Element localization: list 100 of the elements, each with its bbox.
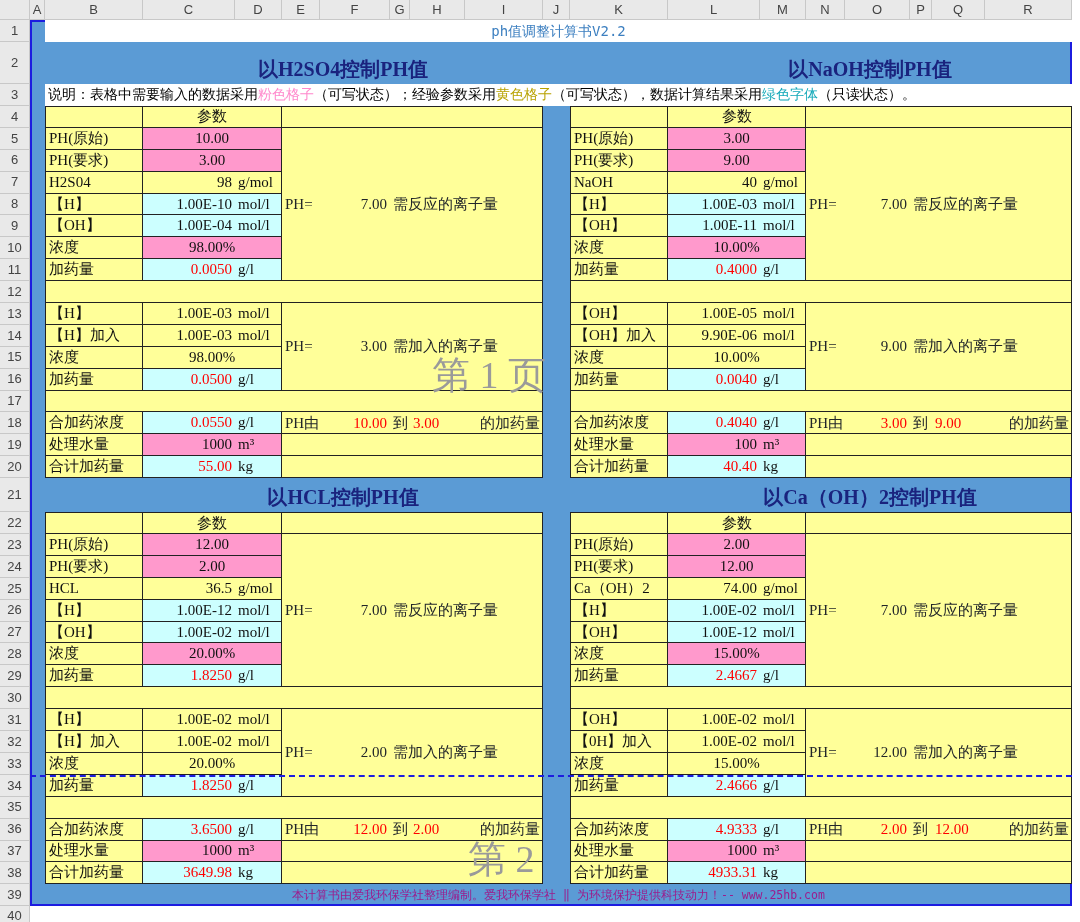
row-header[interactable]: 2 bbox=[0, 42, 30, 84]
column-header[interactable]: R bbox=[985, 0, 1072, 20]
row-header[interactable]: 39 bbox=[0, 884, 30, 907]
ph-value: 7.00 bbox=[879, 601, 908, 621]
row-header[interactable]: 12 bbox=[0, 281, 30, 303]
column-header[interactable]: I bbox=[465, 0, 543, 20]
row-header[interactable]: 22 bbox=[0, 512, 30, 535]
row-header[interactable]: 7 bbox=[0, 171, 30, 194]
row-header[interactable]: 17 bbox=[0, 390, 30, 413]
row-header[interactable]: 29 bbox=[0, 665, 30, 688]
row-header[interactable]: 10 bbox=[0, 237, 30, 260]
row-label: 【H】 bbox=[45, 599, 143, 622]
unit-cell: g/mol bbox=[760, 171, 806, 194]
column-header[interactable]: H bbox=[410, 0, 465, 20]
column-header[interactable]: F bbox=[320, 0, 390, 20]
row-header[interactable]: 37 bbox=[0, 840, 30, 863]
formula-label: PH= bbox=[808, 743, 838, 763]
column-header[interactable]: E bbox=[282, 0, 320, 20]
row-label: 浓度 bbox=[570, 346, 668, 369]
value-cell: 1.00E-03 bbox=[143, 303, 235, 325]
row-header[interactable]: 35 bbox=[0, 796, 30, 819]
row-header[interactable]: 20 bbox=[0, 456, 30, 479]
column-header[interactable]: N bbox=[806, 0, 845, 20]
row-header[interactable]: 21 bbox=[0, 478, 30, 513]
unit-cell: mol/l bbox=[235, 709, 282, 732]
row-label: 合加药浓度 bbox=[45, 412, 143, 435]
row-header[interactable]: 15 bbox=[0, 346, 30, 369]
column-heading: 参数 bbox=[143, 512, 282, 535]
row-header[interactable]: 31 bbox=[0, 709, 30, 732]
row-header[interactable]: 11 bbox=[0, 259, 30, 282]
formula-label: PH= bbox=[284, 601, 314, 621]
row-header[interactable]: 25 bbox=[0, 577, 30, 600]
unit-cell: g/mol bbox=[235, 171, 282, 194]
ph-value: 7.00 bbox=[879, 195, 908, 214]
unit-cell: g/l bbox=[235, 412, 282, 435]
row-header[interactable]: 6 bbox=[0, 149, 30, 172]
range-label: PH由 bbox=[808, 413, 845, 433]
ph-value: 3.00 bbox=[879, 413, 908, 433]
value-cell: 20.00% bbox=[143, 752, 282, 775]
row-header[interactable]: 13 bbox=[0, 303, 30, 325]
column-header[interactable]: K bbox=[570, 0, 668, 20]
row-header[interactable]: 4 bbox=[0, 106, 30, 128]
column-heading: 参数 bbox=[668, 106, 806, 128]
column-header[interactable]: D bbox=[235, 0, 282, 20]
row-label: 处理水量 bbox=[570, 434, 668, 457]
column-header[interactable]: B bbox=[45, 0, 143, 20]
row-header[interactable]: 30 bbox=[0, 687, 30, 710]
column-header[interactable]: M bbox=[760, 0, 806, 20]
row-label: 合加药浓度 bbox=[45, 818, 143, 841]
row-header[interactable]: 27 bbox=[0, 621, 30, 644]
column-header[interactable]: A bbox=[30, 0, 45, 20]
formula-label: PH= bbox=[284, 743, 314, 763]
value-cell: 10.00% bbox=[668, 237, 806, 260]
row-label: PH(原始) bbox=[45, 127, 143, 150]
column-header[interactable]: G bbox=[390, 0, 410, 20]
value-cell: 1.00E-04 bbox=[143, 215, 235, 238]
value-cell: 1.00E-10 bbox=[143, 193, 235, 216]
value-cell: 98 bbox=[143, 171, 235, 194]
column-header[interactable]: Q bbox=[932, 0, 985, 20]
column-header[interactable]: P bbox=[910, 0, 932, 20]
row-header[interactable]: 23 bbox=[0, 534, 30, 556]
row-label: 浓度 bbox=[570, 237, 668, 260]
row-header[interactable]: 9 bbox=[0, 215, 30, 238]
column-header[interactable]: J bbox=[543, 0, 570, 20]
row-header[interactable]: 40 bbox=[0, 906, 30, 922]
ph-value: 3.00 bbox=[412, 413, 441, 433]
row-label: 【H】 bbox=[45, 303, 143, 325]
value-cell: 1.00E-12 bbox=[143, 599, 235, 622]
row-header[interactable]: 32 bbox=[0, 731, 30, 753]
value-cell: 15.00% bbox=[668, 752, 806, 775]
value-cell: 9.00 bbox=[668, 149, 806, 172]
formula-description: 需加入的离子量 bbox=[912, 337, 1019, 357]
row-header[interactable]: 24 bbox=[0, 555, 30, 578]
row-header[interactable]: 28 bbox=[0, 643, 30, 666]
row-header[interactable]: 36 bbox=[0, 818, 30, 841]
row-header[interactable]: 19 bbox=[0, 434, 30, 457]
row-header[interactable]: 34 bbox=[0, 774, 30, 797]
column-header[interactable]: L bbox=[668, 0, 760, 20]
column-header[interactable]: O bbox=[845, 0, 910, 20]
value-cell: 1000 bbox=[143, 840, 235, 863]
column-header[interactable]: C bbox=[143, 0, 235, 20]
row-header[interactable]: 33 bbox=[0, 752, 30, 775]
row-header[interactable]: 5 bbox=[0, 127, 30, 150]
unit-cell: kg bbox=[760, 862, 806, 885]
row-header[interactable]: 1 bbox=[0, 20, 30, 42]
ph-value: 9.00 bbox=[934, 413, 963, 433]
unit-cell: g/l bbox=[235, 368, 282, 391]
row-header[interactable]: 16 bbox=[0, 368, 30, 391]
ph-value: 2.00 bbox=[412, 820, 441, 840]
row-header[interactable]: 18 bbox=[0, 412, 30, 435]
value-cell: 1.00E-02 bbox=[143, 621, 235, 644]
row-header[interactable]: 8 bbox=[0, 193, 30, 216]
row-header[interactable]: 3 bbox=[0, 84, 30, 106]
row-header[interactable]: 14 bbox=[0, 324, 30, 347]
section-title: 以NaOH控制PH值 bbox=[787, 57, 953, 82]
unit-cell: g/l bbox=[235, 818, 282, 841]
row-label: PH(要求) bbox=[45, 149, 143, 172]
row-header[interactable]: 26 bbox=[0, 599, 30, 622]
unit-cell: mol/l bbox=[760, 599, 806, 622]
row-header[interactable]: 38 bbox=[0, 862, 30, 885]
